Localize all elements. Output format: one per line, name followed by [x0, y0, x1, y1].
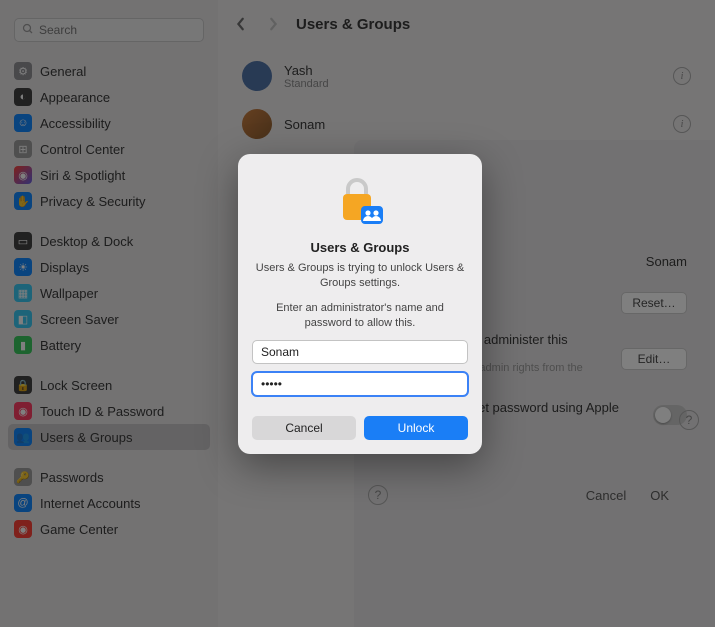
modal-title: Users & Groups — [252, 240, 468, 255]
lock-users-icon — [333, 174, 387, 228]
admin-name-input[interactable] — [252, 340, 468, 364]
modal-unlock-button[interactable]: Unlock — [364, 416, 468, 440]
modal-cancel-button[interactable]: Cancel — [252, 416, 356, 440]
admin-password-input[interactable] — [252, 372, 468, 396]
modal-line1: Users & Groups is trying to unlock Users… — [252, 261, 468, 291]
auth-modal: Users & Groups Users & Groups is trying … — [238, 154, 482, 454]
modal-line2: Enter an administrator's name and passwo… — [252, 301, 468, 331]
